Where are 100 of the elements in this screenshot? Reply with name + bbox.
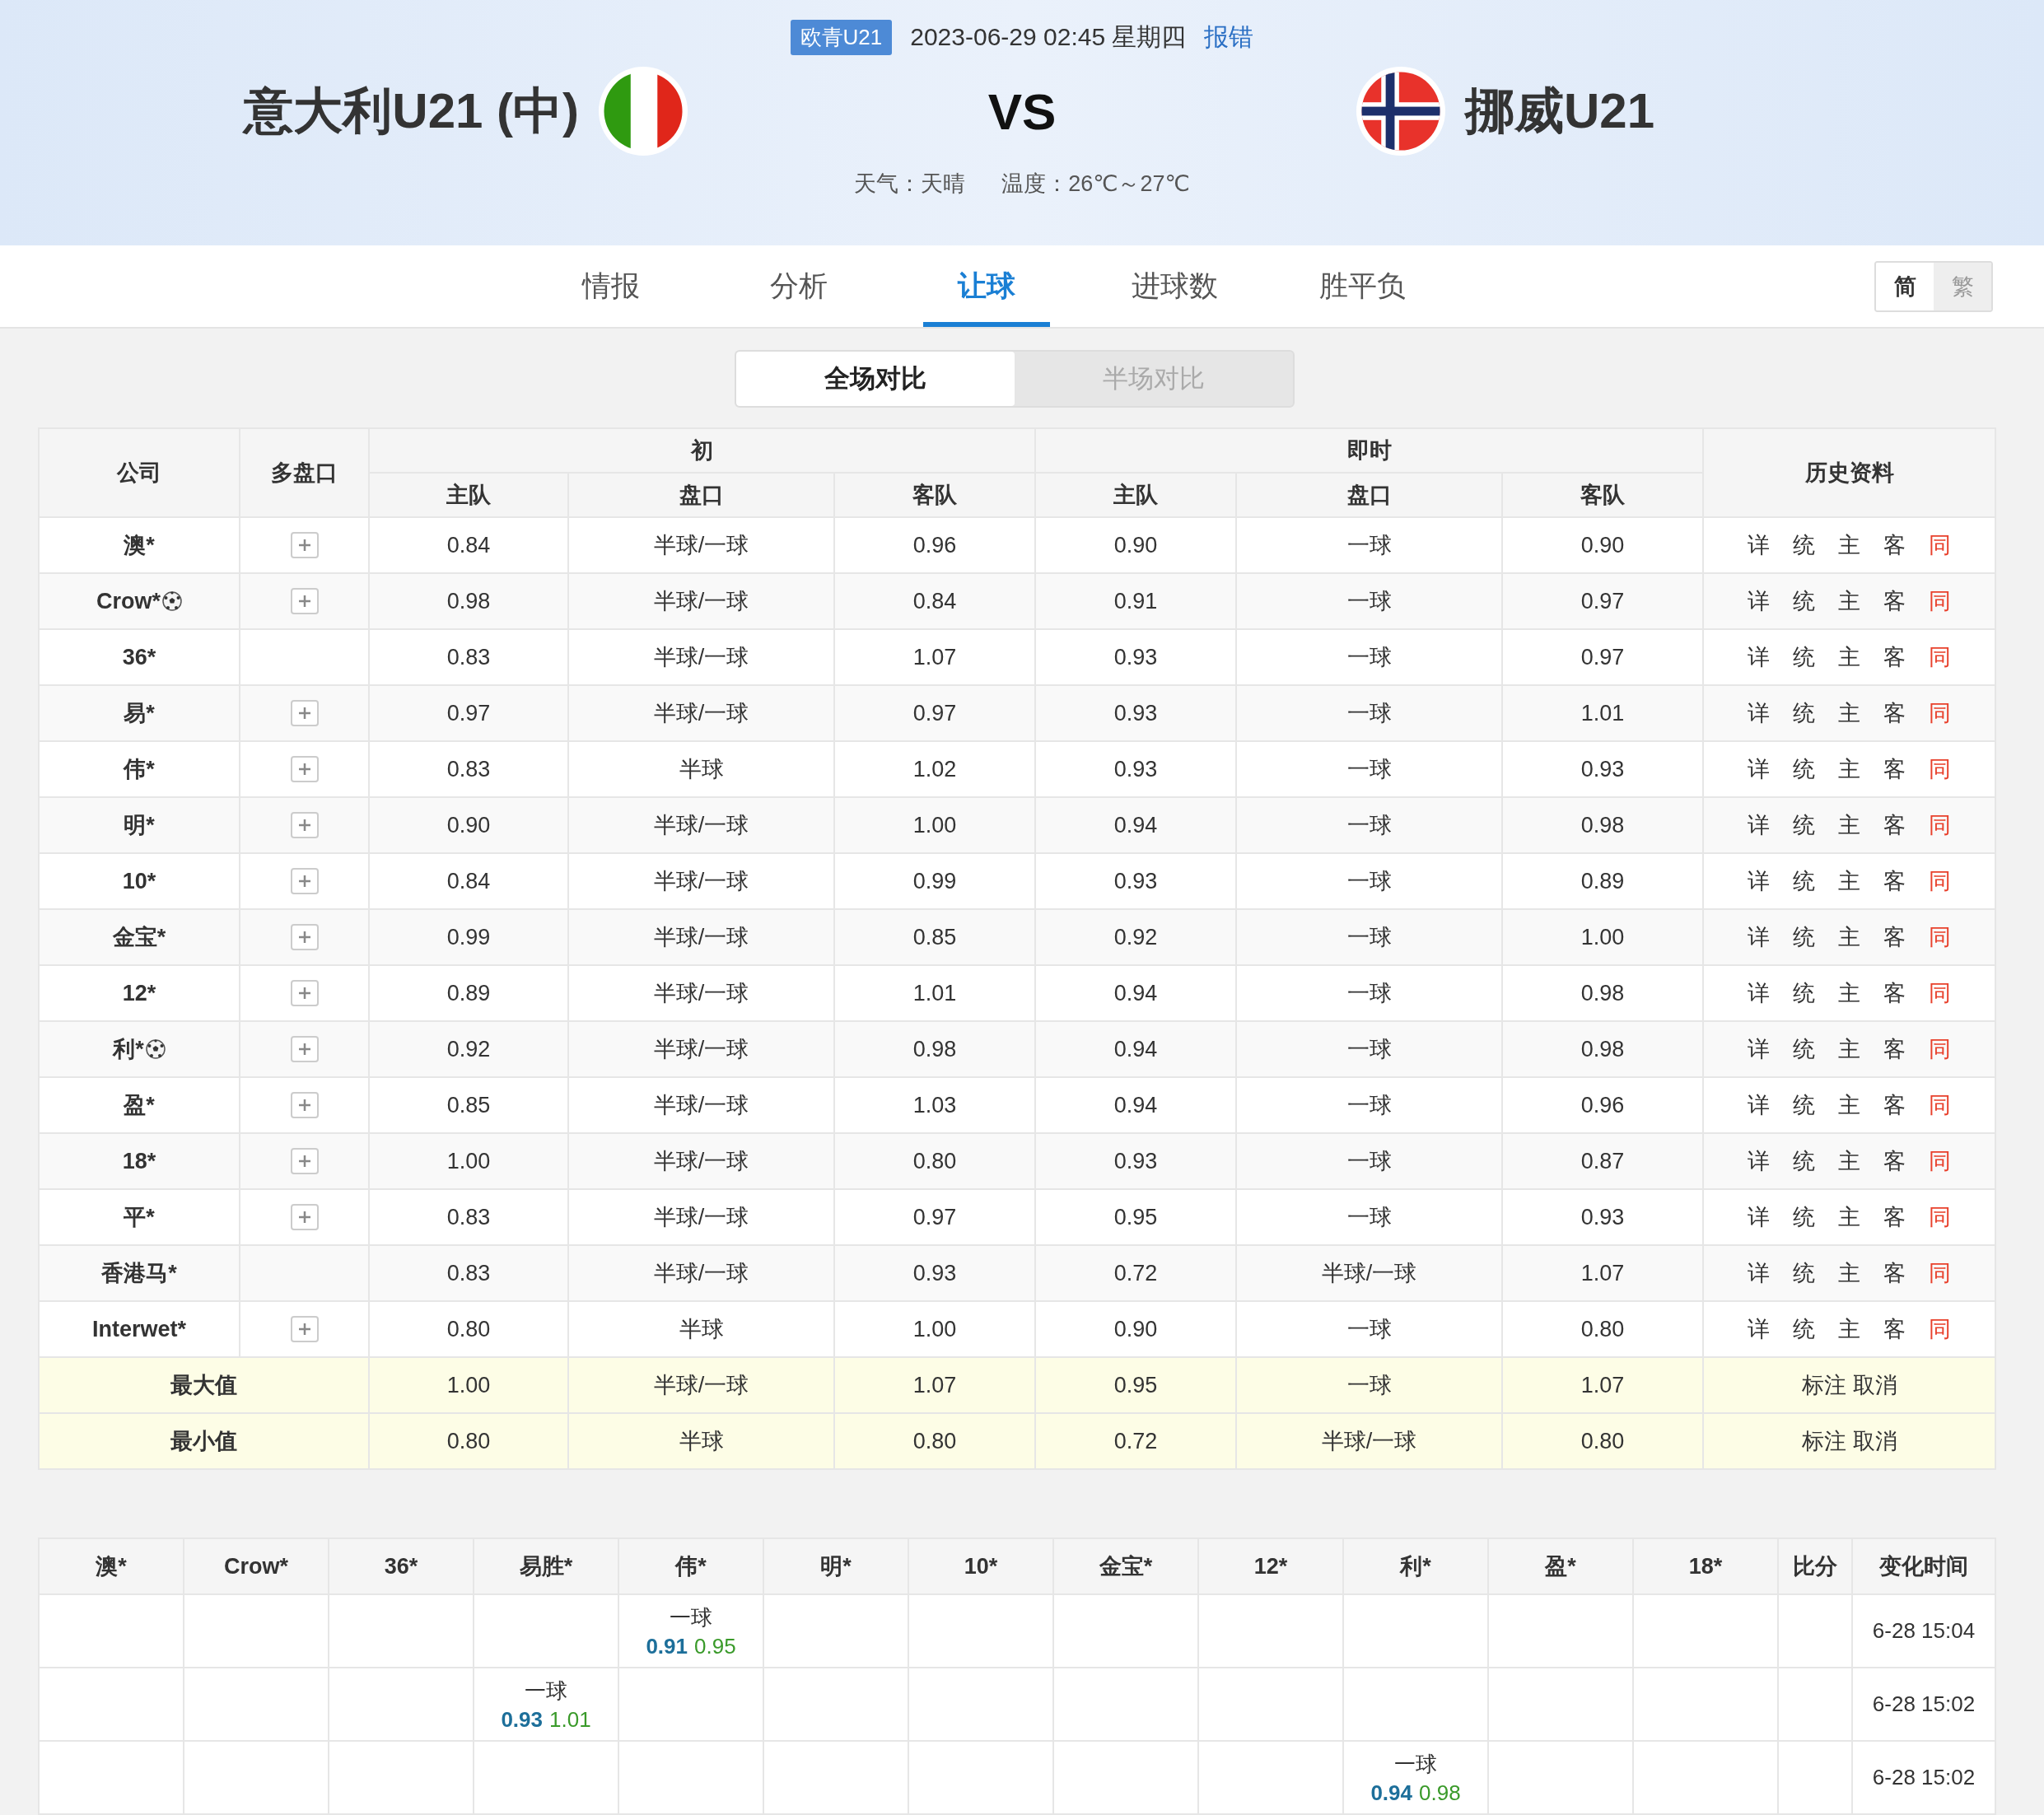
expand-button[interactable] (290, 756, 319, 783)
expand-button[interactable] (290, 1148, 319, 1175)
summary-action-link[interactable]: 标注 (1801, 1370, 1846, 1400)
history-link[interactable]: 同 (1929, 1258, 1952, 1288)
expand-button[interactable] (290, 980, 319, 1007)
history-link[interactable]: 同 (1929, 1202, 1952, 1232)
history-link[interactable]: 客 (1883, 1258, 1906, 1288)
summary-action-link[interactable]: 取消 (1852, 1370, 1897, 1400)
history-link[interactable]: 详 (1748, 754, 1771, 784)
history-link[interactable]: 主 (1838, 810, 1861, 840)
expand-button[interactable] (290, 1204, 319, 1231)
expand-button[interactable] (290, 924, 319, 951)
history-link[interactable]: 主 (1838, 1314, 1861, 1344)
history-link[interactable]: 同 (1929, 978, 1952, 1008)
history-link[interactable]: 统 (1793, 978, 1816, 1008)
nav-tab[interactable]: 让球 (923, 245, 1050, 327)
history-link[interactable]: 详 (1748, 1034, 1771, 1064)
history-link[interactable]: 统 (1793, 1090, 1816, 1120)
history-link[interactable]: 详 (1748, 810, 1771, 840)
history-link[interactable]: 统 (1793, 586, 1816, 616)
history-link[interactable]: 同 (1929, 1090, 1952, 1120)
history-link[interactable]: 主 (1838, 1146, 1861, 1176)
history-link[interactable]: 同 (1929, 922, 1952, 952)
history-link[interactable]: 统 (1793, 1034, 1816, 1064)
expand-button[interactable] (290, 700, 319, 727)
history-link[interactable]: 详 (1748, 866, 1771, 896)
history-link[interactable]: 主 (1838, 698, 1861, 728)
history-link[interactable]: 详 (1748, 978, 1771, 1008)
history-link[interactable]: 主 (1838, 642, 1861, 672)
history-link[interactable]: 详 (1748, 1090, 1771, 1120)
history-link[interactable]: 同 (1929, 1034, 1952, 1064)
history-link[interactable]: 同 (1929, 810, 1952, 840)
history-link[interactable]: 主 (1838, 586, 1861, 616)
history-link[interactable]: 客 (1883, 1146, 1906, 1176)
history-link[interactable]: 客 (1883, 642, 1906, 672)
history-link[interactable]: 详 (1748, 1202, 1771, 1232)
history-link[interactable]: 详 (1748, 530, 1771, 560)
expand-button[interactable] (290, 588, 319, 615)
history-link[interactable]: 主 (1838, 866, 1861, 896)
history-link[interactable]: 统 (1793, 866, 1816, 896)
history-link[interactable]: 客 (1883, 1090, 1906, 1120)
history-link[interactable]: 统 (1793, 1314, 1816, 1344)
history-link[interactable]: 统 (1793, 922, 1816, 952)
history-link[interactable]: 同 (1929, 754, 1952, 784)
handicap-line: 一球 (670, 1603, 712, 1631)
history-link[interactable]: 详 (1748, 586, 1771, 616)
report-error-link[interactable]: 报错 (1204, 21, 1254, 54)
history-link[interactable]: 主 (1838, 1034, 1861, 1064)
history-link[interactable]: 同 (1929, 1314, 1952, 1344)
expand-button[interactable] (290, 812, 319, 839)
history-link[interactable]: 客 (1883, 698, 1906, 728)
history-link[interactable]: 详 (1748, 698, 1771, 728)
history-link[interactable]: 客 (1883, 978, 1906, 1008)
summary-action-link[interactable]: 标注 (1801, 1426, 1846, 1456)
history-link[interactable]: 客 (1883, 1314, 1906, 1344)
history-link[interactable]: 详 (1748, 1146, 1771, 1176)
history-link[interactable]: 详 (1748, 1258, 1771, 1288)
nav-tab[interactable]: 进球数 (1111, 245, 1238, 327)
history-link[interactable]: 客 (1883, 922, 1906, 952)
history-link[interactable]: 主 (1838, 754, 1861, 784)
history-link[interactable]: 客 (1883, 1202, 1906, 1232)
history-link[interactable]: 详 (1748, 642, 1771, 672)
history-link[interactable]: 详 (1748, 922, 1771, 952)
history-link[interactable]: 统 (1793, 1146, 1816, 1176)
history-link[interactable]: 客 (1883, 1034, 1906, 1064)
history-link[interactable]: 统 (1793, 642, 1816, 672)
segment-button[interactable]: 全场对比 (736, 352, 1015, 406)
history-link[interactable]: 主 (1838, 530, 1861, 560)
history-link[interactable]: 统 (1793, 1202, 1816, 1232)
history-link[interactable]: 客 (1883, 866, 1906, 896)
history-link[interactable]: 主 (1838, 978, 1861, 1008)
history-link[interactable]: 统 (1793, 530, 1816, 560)
history-link[interactable]: 主 (1838, 922, 1861, 952)
history-link[interactable]: 同 (1929, 642, 1952, 672)
history-link[interactable]: 同 (1929, 530, 1952, 560)
history-link[interactable]: 主 (1838, 1090, 1861, 1120)
history-link[interactable]: 主 (1838, 1258, 1861, 1288)
history-link[interactable]: 详 (1748, 1314, 1771, 1344)
history-link[interactable]: 客 (1883, 754, 1906, 784)
history-link[interactable]: 同 (1929, 698, 1952, 728)
history-link[interactable]: 客 (1883, 530, 1906, 560)
expand-button[interactable] (290, 868, 319, 895)
expand-button[interactable] (290, 1316, 319, 1343)
history-link[interactable]: 同 (1929, 1146, 1952, 1176)
nav-tab[interactable]: 情报 (548, 245, 674, 327)
expand-button[interactable] (290, 1036, 319, 1063)
history-link[interactable]: 客 (1883, 586, 1906, 616)
expand-button[interactable] (290, 1092, 319, 1119)
history-link[interactable]: 主 (1838, 1202, 1861, 1232)
history-link[interactable]: 同 (1929, 866, 1952, 896)
history-link[interactable]: 客 (1883, 810, 1906, 840)
history-link[interactable]: 统 (1793, 1258, 1816, 1288)
nav-tab[interactable]: 胜平负 (1299, 245, 1426, 327)
history-link[interactable]: 统 (1793, 810, 1816, 840)
nav-tab[interactable]: 分析 (735, 245, 862, 327)
history-link[interactable]: 统 (1793, 754, 1816, 784)
summary-action-link[interactable]: 取消 (1852, 1426, 1897, 1456)
expand-button[interactable] (290, 532, 319, 559)
history-link[interactable]: 同 (1929, 586, 1952, 616)
history-link[interactable]: 统 (1793, 698, 1816, 728)
